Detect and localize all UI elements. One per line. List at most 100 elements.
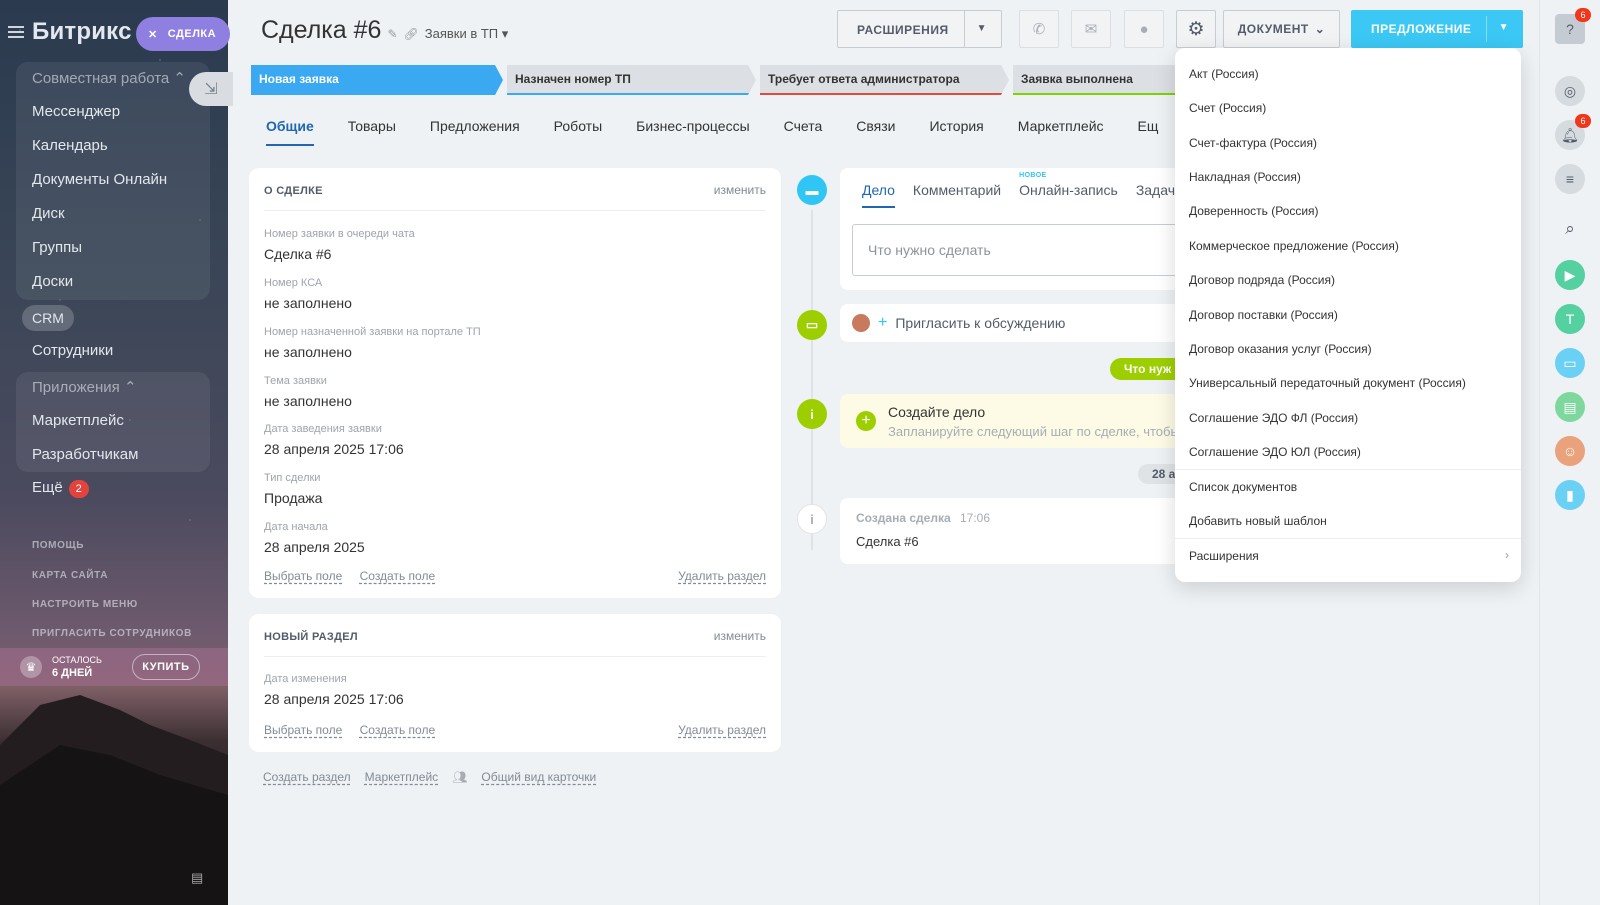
stage-tp-number[interactable]: Назначен номер ТП xyxy=(507,65,756,95)
chat-icon[interactable]: ▭ xyxy=(1555,348,1585,378)
tab-offers[interactable]: Предложения xyxy=(430,118,520,134)
menu-item-extensions[interactable]: Расширения xyxy=(1189,549,1259,563)
create-field-link[interactable]: Создать поле xyxy=(360,569,436,583)
marketplace-link[interactable]: Маркетплейс xyxy=(365,770,439,784)
menu-item-upd[interactable]: Универсальный передаточный документ (Рос… xyxy=(1189,376,1466,390)
copilot-icon[interactable]: ◎ xyxy=(1555,76,1585,106)
menu-item-supply-contract[interactable]: Договор поставки (Россия) xyxy=(1189,308,1338,322)
sidebar-item-messenger[interactable]: Мессенджер xyxy=(32,103,120,120)
menu-item-tax-invoice[interactable]: Счет-фактура (Россия) xyxy=(1189,136,1317,150)
menu-item-add-template[interactable]: Добавить новый шаблон xyxy=(1189,514,1327,528)
messages-icon[interactable]: ≡ xyxy=(1555,164,1585,194)
buy-button[interactable]: КУПИТЬ xyxy=(131,654,200,680)
stage-done[interactable]: Заявка выполнена xyxy=(1013,65,1183,95)
apps-head[interactable]: Приложения ⌃ xyxy=(32,378,137,396)
sidebar-item-disk[interactable]: Диск xyxy=(32,205,65,222)
create-activity-card[interactable]: + Создайте дело Запланируйте следующий ш… xyxy=(840,394,1180,448)
collapse-slider-button[interactable]: ⇲ xyxy=(189,72,233,106)
edit-pencil-icon[interactable]: ✎ xyxy=(387,27,397,41)
tab-products[interactable]: Товары xyxy=(348,118,396,134)
funnel-select[interactable]: Заявки в ТП ▾ xyxy=(425,26,509,42)
document-button[interactable]: ДОКУМЕНТ ⌄ xyxy=(1223,10,1340,48)
tl-tab-comment[interactable]: Комментарий xyxy=(913,182,1001,198)
chevron-down-icon[interactable]: ▼ xyxy=(1499,22,1509,33)
tab-marketplace[interactable]: Маркетплейс xyxy=(1018,118,1104,134)
tab-general[interactable]: Общие xyxy=(266,118,314,146)
tab-robots[interactable]: Роботы xyxy=(554,118,602,134)
bell-icon[interactable]: 🔔︎ 6 xyxy=(1555,114,1591,150)
search-icon[interactable]: ⌕ xyxy=(1555,214,1585,244)
tl-tab-activity[interactable]: Дело xyxy=(862,182,895,208)
tab-invoices[interactable]: Счета xyxy=(784,118,823,134)
deal-slider-close[interactable]: ✕ СДЕЛКА xyxy=(136,17,230,51)
menu-icon[interactable] xyxy=(8,26,24,38)
sidebar-item-employees[interactable]: Сотрудники xyxy=(32,342,113,359)
menu-item-act[interactable]: Акт (Россия) xyxy=(1189,67,1259,81)
notes-icon[interactable]: ▤ xyxy=(1555,392,1585,422)
create-field-link[interactable]: Создать поле xyxy=(360,723,436,737)
chat-button[interactable]: ● xyxy=(1124,10,1164,48)
sidebar-item-groups[interactable]: Группы xyxy=(32,239,82,256)
todo-input[interactable]: Что нужно сделать xyxy=(852,224,1180,276)
sidebar-item-boards[interactable]: Доски xyxy=(32,273,73,290)
sidebar-item-marketplace[interactable]: Маркетплейс xyxy=(32,412,124,429)
tab-history[interactable]: История xyxy=(929,118,983,134)
event-value[interactable]: Сделка #6 xyxy=(856,534,919,549)
link-icon[interactable]: 🔗︎ xyxy=(404,27,419,41)
invite-row[interactable]: + Пригласить к обсуждению xyxy=(840,304,1180,342)
menu-item-service-contract[interactable]: Договор оказания услуг (Россия) xyxy=(1189,342,1372,356)
printer-icon[interactable]: ▤ xyxy=(191,870,205,885)
help-link[interactable]: ПОМОЩЬ xyxy=(32,540,84,551)
menu-item-edo-individual[interactable]: Соглашение ЭДО ФЛ (Россия) xyxy=(1189,411,1358,425)
common-view-link[interactable]: Общий вид карточки xyxy=(481,770,596,784)
menu-item-work-contract[interactable]: Договор подряда (Россия) xyxy=(1189,273,1335,287)
stage-admin-reply[interactable]: Требует ответа администратора xyxy=(760,65,1009,95)
tab-links[interactable]: Связи xyxy=(856,118,895,134)
bookmark-icon[interactable]: ▮ xyxy=(1555,480,1585,510)
add-icon[interactable]: + xyxy=(856,411,876,431)
menu-item-power-of-attorney[interactable]: Доверенность (Россия) xyxy=(1189,204,1319,218)
invite-employees-link[interactable]: ПРИГЛАСИТЬ СОТРУДНИКОВ xyxy=(32,628,192,639)
card-bottom-links: Создать раздел Маркетплейс 👥︎ Общий вид … xyxy=(263,770,596,784)
menu-item-waybill[interactable]: Накладная (Россия) xyxy=(1189,170,1301,184)
user-avatar[interactable]: ☺ xyxy=(1555,436,1585,466)
delete-section-link[interactable]: Удалить раздел xyxy=(678,569,766,583)
menu-item-commercial-offer[interactable]: Коммерческое предложение (Россия) xyxy=(1189,239,1399,253)
select-field-link[interactable]: Выбрать поле xyxy=(264,723,342,737)
trial-days: 6 ДНЕЙ xyxy=(52,667,93,679)
collab-head[interactable]: Совместная работа ⌃ xyxy=(32,69,186,87)
offer-button[interactable]: ПРЕДЛОЖЕНИЕ ▼ xyxy=(1351,10,1523,48)
video-call-icon[interactable]: ▶ xyxy=(1555,260,1585,290)
delete-section-link[interactable]: Удалить раздел xyxy=(678,723,766,737)
tab-business-processes[interactable]: Бизнес-процессы xyxy=(636,118,749,134)
help-icon[interactable]: ? 6 xyxy=(1555,8,1591,44)
stage-new[interactable]: Новая заявка xyxy=(251,65,503,95)
phone-button[interactable]: ✆ xyxy=(1019,10,1059,48)
tab-more[interactable]: Ещ xyxy=(1138,118,1159,134)
field-created-date: Дата заведения заявки 28 апреля 2025 17:… xyxy=(264,423,404,457)
menu-item-edo-legal[interactable]: Соглашение ЭДО ЮЛ (Россия) xyxy=(1189,445,1361,459)
edit-link[interactable]: изменить xyxy=(714,629,766,643)
sidebar-item-calendar[interactable]: Календарь xyxy=(32,137,108,154)
edit-link[interactable]: изменить xyxy=(714,183,766,197)
menu-item-invoice[interactable]: Счет (Россия) xyxy=(1189,101,1266,115)
avatar[interactable]: Т xyxy=(1555,304,1585,334)
extensions-button[interactable]: РАСШИРЕНИЯ ▼ xyxy=(837,10,1002,48)
email-button[interactable]: ✉ xyxy=(1071,10,1111,48)
sidebar-item-developers[interactable]: Разработчикам xyxy=(32,446,138,463)
more-badge: 2 xyxy=(68,480,89,498)
tl-tab-tasks[interactable]: Задач xyxy=(1136,182,1175,198)
trial-banner: ♛ ОСТАЛОСЬ 6 ДНЕЙ КУПИТЬ xyxy=(0,648,228,686)
sidebar-item-more[interactable]: Ещё 2 xyxy=(32,479,89,498)
sitemap-link[interactable]: КАРТА САЙТА xyxy=(32,570,108,581)
logo[interactable]: Битрикс 2 xyxy=(32,18,152,46)
configure-menu-link[interactable]: НАСТРОИТЬ МЕНЮ xyxy=(32,599,138,610)
sidebar-item-crm[interactable]: CRM xyxy=(22,305,74,331)
chevron-down-icon[interactable]: ▼ xyxy=(977,23,987,34)
select-field-link[interactable]: Выбрать поле xyxy=(264,569,342,583)
create-section-link[interactable]: Создать раздел xyxy=(263,770,351,784)
settings-button[interactable]: ⚙ xyxy=(1176,10,1216,48)
sidebar-item-documents[interactable]: Документы Онлайн xyxy=(32,171,167,188)
menu-item-document-list[interactable]: Список документов xyxy=(1189,480,1297,494)
tl-tab-booking[interactable]: НОВОЕ Онлайн-запись xyxy=(1019,172,1118,198)
